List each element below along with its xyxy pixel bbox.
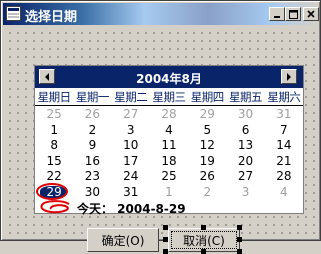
day-cell[interactable]: 1 <box>150 185 188 201</box>
day-cell[interactable]: 25 <box>150 169 188 185</box>
day-cell[interactable]: 26 <box>73 107 111 123</box>
calendar-week-row: 15 16 17 18 19 20 21 <box>35 154 303 170</box>
selected-day-cell[interactable]: 29 <box>35 182 73 201</box>
day-cell[interactable]: 29 <box>188 107 226 123</box>
day-cell[interactable]: 28 <box>265 169 303 185</box>
weekday-label: 星期六 <box>267 90 301 104</box>
selection-handle[interactable] <box>237 249 242 254</box>
selection-handle[interactable] <box>163 237 168 242</box>
selection-handle[interactable] <box>201 225 206 230</box>
date-picker-window: 选择日期 2004年8月 星期日 星期一 星期二 星期三 星期四 星期五 星期六… <box>0 0 321 254</box>
day-cell[interactable]: 21 <box>265 154 303 170</box>
day-cell[interactable]: 25 <box>35 107 73 123</box>
day-cell[interactable]: 6 <box>226 123 264 139</box>
weekday-label: 星期五 <box>229 90 263 104</box>
weekday-label: 星期日 <box>37 90 72 104</box>
day-cell[interactable]: 3 <box>226 185 264 201</box>
day-cell[interactable]: 8 <box>35 138 73 154</box>
ok-button[interactable]: 确定(O) <box>87 228 159 252</box>
day-cell[interactable]: 28 <box>150 107 188 123</box>
calendar-header: 2004年8月 <box>35 66 303 88</box>
day-cell[interactable]: 26 <box>188 169 226 185</box>
ok-button-label: 确定(O) <box>101 233 145 248</box>
day-cell[interactable]: 4 <box>265 185 303 201</box>
selection-handle[interactable] <box>201 249 206 254</box>
day-cell[interactable]: 3 <box>112 123 150 139</box>
weekday-label: 星期二 <box>114 90 148 104</box>
minimize-icon <box>274 16 280 18</box>
day-cell[interactable]: 18 <box>150 154 188 170</box>
day-cell[interactable]: 17 <box>112 154 150 170</box>
selection-handle[interactable] <box>163 225 168 230</box>
day-cell[interactable]: 31 <box>265 107 303 123</box>
day-cell[interactable]: 27 <box>112 107 150 123</box>
day-cell[interactable]: 11 <box>150 138 188 154</box>
calendar-week-row: 8 9 10 11 12 13 14 <box>35 138 303 154</box>
selection-handle[interactable] <box>237 225 242 230</box>
day-cell[interactable]: 30 <box>73 185 111 201</box>
day-cell[interactable]: 2 <box>73 123 111 139</box>
day-grid: 25 26 27 28 29 30 31 1 2 3 4 5 6 7 8 9 10 11 12 13 14 15 16 17 1… <box>35 107 303 200</box>
day-cell[interactable]: 10 <box>112 138 150 154</box>
calendar-week-row: 22 23 24 25 26 27 28 <box>35 169 303 185</box>
day-cell[interactable]: 20 <box>226 154 264 170</box>
title-bar[interactable]: 选择日期 <box>3 3 319 25</box>
next-month-button[interactable] <box>281 69 297 84</box>
app-icon <box>6 6 21 21</box>
weekday-label: 星期四 <box>190 90 225 104</box>
today-row[interactable]: 今天： 2004-8-29 <box>35 200 303 216</box>
day-cell[interactable]: 31 <box>112 185 150 201</box>
day-cell[interactable]: 30 <box>226 107 264 123</box>
day-cell[interactable]: 4 <box>150 123 188 139</box>
maximize-icon <box>288 9 298 19</box>
day-cell[interactable]: 13 <box>226 138 264 154</box>
today-marker-icon <box>40 200 70 214</box>
close-button[interactable] <box>303 7 319 21</box>
cancel-button-label: 取消(C) <box>183 233 225 248</box>
window-title: 选择日期 <box>25 10 78 25</box>
triangle-right-icon <box>287 73 291 81</box>
day-cell[interactable]: 2 <box>188 185 226 201</box>
weekday-label: 星期一 <box>75 90 110 104</box>
day-cell[interactable]: 24 <box>112 169 150 185</box>
day-cell[interactable]: 16 <box>73 154 111 170</box>
day-cell[interactable]: 1 <box>35 123 73 139</box>
selection-handle[interactable] <box>163 249 168 254</box>
calendar-week-row: 25 26 27 28 29 30 31 <box>35 107 303 123</box>
day-cell[interactable]: 7 <box>265 123 303 139</box>
day-cell[interactable]: 19 <box>188 154 226 170</box>
month-title: 2004年8月 <box>136 72 202 86</box>
calendar-week-row: 29 30 31 1 2 3 4 <box>35 182 303 201</box>
minimize-button[interactable] <box>269 7 285 21</box>
day-cell[interactable]: 14 <box>265 138 303 154</box>
day-cell[interactable]: 9 <box>73 138 111 154</box>
day-cell[interactable]: 27 <box>226 169 264 185</box>
day-cell[interactable]: 12 <box>188 138 226 154</box>
day-cell[interactable]: 5 <box>188 123 226 139</box>
weekday-label: 星期三 <box>152 90 186 104</box>
weekday-header: 星期日 星期一 星期二 星期三 星期四 星期五 星期六 <box>35 89 303 106</box>
today-label: 今天： 2004-8-29 <box>77 202 186 216</box>
day-number: 29 <box>46 184 62 199</box>
day-cell[interactable]: 15 <box>35 154 73 170</box>
selection-handle[interactable] <box>237 237 242 242</box>
month-calendar[interactable]: 2004年8月 星期日 星期一 星期二 星期三 星期四 星期五 星期六 25 26… <box>34 65 304 216</box>
calendar-week-row: 1234567 <box>35 123 303 139</box>
day-cell[interactable]: 23 <box>73 169 111 185</box>
dialog-client-area: 2004年8月 星期日 星期一 星期二 星期三 星期四 星期五 星期六 25 26… <box>3 26 318 254</box>
close-icon <box>307 10 315 18</box>
maximize-button[interactable] <box>285 7 301 21</box>
